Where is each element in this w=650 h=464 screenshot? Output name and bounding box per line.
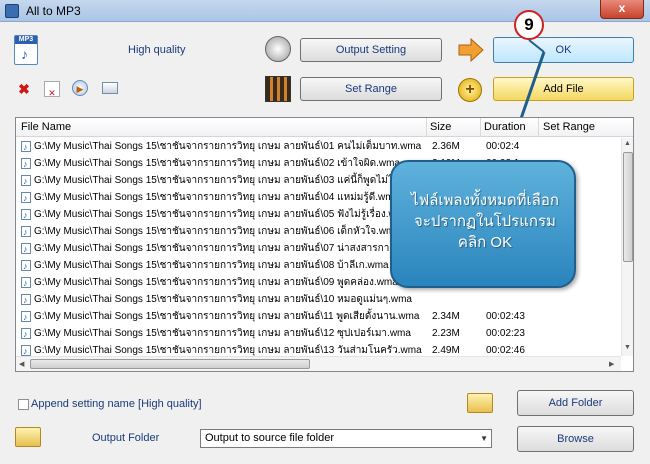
callout-line-3: คลิก OK (457, 234, 513, 251)
file-name-cell: G:\My Music\Thai Songs 15\ชาชันจากรายการ… (34, 175, 424, 186)
file-name-cell: G:\My Music\Thai Songs 15\ชาชันจากรายการ… (34, 277, 398, 288)
set-range-button[interactable]: Set Range (300, 77, 442, 101)
column-divider (480, 118, 481, 137)
table-row[interactable]: G:\My Music\Thai Songs 15\ชาชันจากรายการ… (16, 325, 620, 343)
music-note-icon: ♪ (21, 46, 28, 62)
output-folder-value: Output to source file folder (205, 432, 335, 444)
browse-button[interactable]: Browse (517, 426, 634, 452)
add-folder-button[interactable]: Add Folder (517, 390, 634, 416)
delete-icon[interactable]: ✖ (16, 81, 32, 97)
horizontal-scroll-thumb[interactable] (30, 359, 310, 369)
column-file-name[interactable]: File Name (21, 121, 71, 133)
add-file-button[interactable]: Add File (493, 77, 634, 101)
audio-file-icon (21, 292, 31, 309)
vertical-scrollbar[interactable]: ▲ ▼ (621, 138, 633, 356)
file-name-cell: G:\My Music\Thai Songs 15\ชาชันจากรายการ… (34, 294, 412, 305)
callout-line-2: จะปรากฏในโปรแกรม (414, 213, 556, 230)
scroll-right-icon[interactable]: ▶ (609, 360, 614, 368)
chevron-down-icon[interactable]: ▼ (480, 430, 488, 447)
file-name-cell: G:\My Music\Thai Songs 15\ชาชันจากรายการ… (34, 328, 411, 339)
play-icon[interactable]: ▶ (72, 80, 88, 96)
file-name-cell: G:\My Music\Thai Songs 15\ชาชันจากรายการ… (34, 226, 400, 237)
append-setting-checkbox[interactable] (18, 399, 29, 410)
audio-file-icon (21, 309, 31, 326)
properties-icon[interactable] (102, 82, 118, 94)
output-folder-label: Output Folder (92, 432, 160, 444)
file-name-cell: G:\My Music\Thai Songs 15\ชาชันจากรายการ… (34, 141, 422, 152)
mp3-file-icon: MP3 ♪ (14, 35, 38, 65)
list-header: File Name Size Duration Set Range (16, 118, 633, 137)
append-setting-label[interactable]: Append setting name [High quality] (31, 398, 202, 410)
arrow-right-icon (458, 38, 484, 62)
audio-file-icon (21, 241, 31, 258)
output-folder-icon (15, 427, 41, 447)
column-divider (538, 118, 539, 137)
file-name-cell: G:\My Music\Thai Songs 15\ชาชันจากรายการ… (34, 192, 400, 203)
instruction-callout: ไฟล์เพลงทั้งหมดที่เลือก จะปรากฏในโปรแกรม… (390, 160, 576, 288)
table-row[interactable]: G:\My Music\Thai Songs 15\ชาชันจากรายการ… (16, 291, 620, 309)
output-folder-select[interactable]: Output to source file folder ▼ (200, 429, 492, 448)
step-number-badge: 9 (514, 10, 544, 40)
column-size[interactable]: Size (430, 121, 451, 133)
close-button[interactable]: x (600, 0, 644, 19)
file-name-cell: G:\My Music\Thai Songs 15\ชาชันจากรายการ… (34, 243, 413, 254)
scroll-up-icon[interactable]: ▲ (624, 140, 631, 147)
add-folder-icon (467, 393, 493, 413)
scroll-down-icon[interactable]: ▼ (624, 344, 631, 351)
audio-file-icon (21, 224, 31, 241)
vertical-scroll-thumb[interactable] (623, 152, 633, 262)
add-file-icon: + (458, 78, 482, 102)
file-duration-cell: 00:02:23 (486, 328, 525, 339)
table-row[interactable]: G:\My Music\Thai Songs 15\ชาชันจากรายการ… (16, 138, 620, 156)
callout-text: ไฟล์เพลงทั้งหมดที่เลือก จะปรากฏในโปรแกรม… (392, 190, 578, 253)
audio-file-icon (21, 190, 31, 207)
file-duration-cell: 00:02:4 (486, 141, 520, 152)
audio-file-icon (21, 343, 31, 360)
quality-label: High quality (128, 44, 186, 56)
file-name-cell: G:\My Music\Thai Songs 15\ชาชันจากรายการ… (34, 158, 400, 169)
file-size-cell: 2.23M (432, 328, 460, 339)
window-title: All to MP3 (26, 4, 81, 18)
horizontal-scrollbar[interactable]: ◀ ▶ (16, 356, 621, 371)
column-divider (426, 118, 427, 137)
output-setting-button[interactable]: Output Setting (300, 38, 442, 62)
callout-line-1: ไฟล์เพลงทั้งหมดที่เลือก (411, 192, 559, 209)
audio-file-icon (21, 173, 31, 190)
file-size-cell: 2.34M (432, 311, 460, 322)
output-setting-icon (265, 36, 291, 62)
audio-file-icon (21, 258, 31, 275)
file-name-cell: G:\My Music\Thai Songs 15\ชาชันจากรายการ… (34, 311, 420, 322)
set-range-icon (265, 76, 291, 102)
title-bar: All to MP3 x (0, 0, 650, 22)
audio-file-icon (21, 156, 31, 173)
file-duration-cell: 00:02:43 (486, 311, 525, 322)
audio-file-icon (21, 275, 31, 292)
table-row[interactable]: G:\My Music\Thai Songs 15\ชาชันจากรายการ… (16, 308, 620, 326)
column-set-range[interactable]: Set Range (543, 121, 595, 133)
remove-file-icon[interactable]: ✕ (44, 81, 60, 98)
audio-file-icon (21, 207, 31, 224)
scroll-left-icon[interactable]: ◀ (19, 360, 24, 368)
app-icon (5, 4, 19, 18)
column-duration[interactable]: Duration (484, 121, 526, 133)
audio-file-icon (21, 139, 31, 156)
file-name-cell: G:\My Music\Thai Songs 15\ชาชันจากรายการ… (34, 260, 389, 271)
file-name-cell: G:\My Music\Thai Songs 15\ชาชันจากรายการ… (34, 209, 410, 220)
ok-button[interactable]: OK (493, 37, 634, 63)
mp3-badge: MP3 (15, 36, 37, 44)
file-size-cell: 2.36M (432, 141, 460, 152)
audio-file-icon (21, 326, 31, 343)
